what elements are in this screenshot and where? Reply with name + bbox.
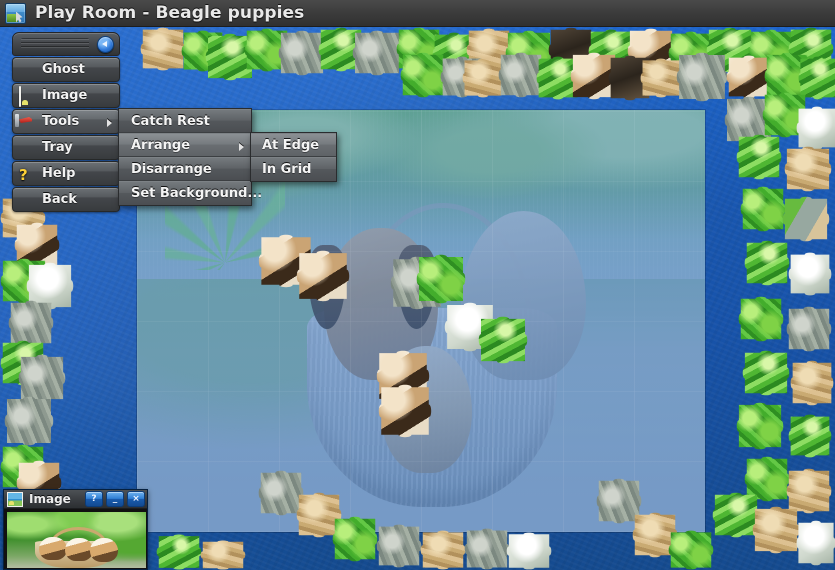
menu-item-label: Tray — [42, 140, 73, 155]
puzzle-piece[interactable] — [8, 300, 54, 346]
puzzle-piece[interactable] — [506, 532, 552, 570]
submenu-item-at-edge[interactable]: At Edge — [251, 133, 336, 157]
image-preview-panel: Image ? _ × — [3, 489, 148, 570]
menu-item-back[interactable]: Back — [12, 187, 120, 212]
menu-item-help[interactable]: ? Help — [12, 161, 120, 186]
puzzle-piece[interactable] — [738, 296, 784, 342]
collapse-left-arrow-icon[interactable] — [97, 36, 114, 53]
puzzle-piece-placed[interactable] — [296, 250, 350, 302]
tools-submenu: Catch Rest Arrange Disarrange Set Backgr… — [118, 108, 262, 206]
puzzle-piece[interactable] — [376, 524, 422, 568]
menu-item-ghost[interactable]: Ghost — [12, 57, 120, 82]
menu-item-label: Image — [42, 88, 88, 103]
puzzle-game-icon — [5, 2, 26, 24]
puzzle-piece[interactable] — [18, 354, 66, 402]
ghost-icon — [19, 61, 36, 78]
game-window: Play Room - Beagle puppies Ghost Image T… — [0, 0, 835, 570]
menu-item-label: Help — [42, 166, 76, 181]
puzzle-piece[interactable] — [140, 27, 186, 71]
puzzle-piece[interactable] — [200, 540, 246, 570]
tools-icon — [19, 113, 36, 130]
puzzle-piece[interactable] — [796, 106, 835, 150]
submenu-item-catch-rest[interactable]: Catch Rest — [119, 109, 251, 133]
help-icon: ? — [19, 166, 28, 184]
puzzle-piece[interactable] — [790, 360, 834, 406]
help-button[interactable]: ? — [85, 491, 103, 507]
submenu-item-in-grid[interactable]: In Grid — [251, 157, 336, 181]
puzzle-piece[interactable] — [420, 530, 466, 570]
submenu-item-set-background[interactable]: Set Background... — [119, 181, 262, 205]
puzzle-piece-placed[interactable] — [416, 254, 466, 304]
puzzle-piece-placed[interactable] — [478, 316, 528, 364]
puzzle-piece[interactable] — [258, 470, 304, 516]
image-icon — [7, 491, 23, 507]
submenu-item-label: Disarrange — [131, 161, 212, 177]
puzzle-piece[interactable] — [752, 506, 800, 554]
chevron-right-icon — [107, 119, 112, 127]
menu-item-label: Tools — [42, 114, 80, 129]
image-panel-title: Image — [29, 492, 71, 506]
puzzle-piece[interactable] — [676, 52, 728, 102]
puzzle-piece[interactable] — [736, 402, 784, 450]
menu-item-image[interactable]: Image — [12, 83, 120, 108]
puzzle-piece[interactable] — [4, 396, 54, 446]
puzzle-piece[interactable] — [464, 528, 510, 570]
submenu-item-label: In Grid — [262, 162, 312, 177]
puzzle-piece[interactable] — [668, 530, 714, 570]
puzzle-piece[interactable] — [400, 52, 446, 98]
puzzle-piece[interactable] — [788, 252, 832, 296]
image-panel-titlebar[interactable]: Image ? _ × — [4, 490, 147, 509]
puzzle-piece[interactable] — [796, 520, 835, 566]
close-button[interactable]: × — [127, 491, 145, 507]
submenu-item-label: At Edge — [262, 137, 320, 153]
minimize-button[interactable]: _ — [106, 491, 124, 507]
puzzle-piece[interactable] — [798, 56, 835, 100]
preview-puppy-3 — [90, 538, 119, 562]
menu-item-tray[interactable]: Tray — [12, 135, 120, 160]
window-titlebar[interactable]: Play Room - Beagle puppies — [0, 0, 835, 27]
puzzle-piece[interactable] — [784, 146, 832, 192]
preview-puppy-2 — [65, 537, 94, 562]
preview-puppy-1 — [38, 536, 67, 561]
image-icon — [19, 86, 36, 107]
menu-item-tools[interactable]: Tools — [12, 109, 120, 134]
submenu-item-label: Arrange — [131, 137, 191, 153]
arrange-submenu: At Edge In Grid — [250, 132, 337, 182]
puzzle-piece[interactable] — [742, 350, 790, 396]
puzzle-piece[interactable] — [332, 516, 378, 562]
submenu-item-arrange[interactable]: Arrange — [119, 133, 251, 157]
chevron-right-icon — [239, 143, 244, 151]
back-arrow-icon — [19, 191, 36, 208]
puzzle-piece-placed[interactable] — [378, 384, 432, 438]
menu-item-label: Ghost — [42, 62, 85, 77]
puzzle-piece[interactable] — [782, 196, 830, 242]
image-panel-buttons: ? _ × — [85, 491, 145, 507]
puzzle-piece[interactable] — [744, 240, 790, 286]
puzzle-piece[interactable] — [786, 306, 832, 352]
puzzle-piece[interactable] — [736, 134, 782, 180]
image-preview-thumbnail[interactable] — [7, 512, 146, 568]
window-title: Play Room - Beagle puppies — [35, 3, 305, 23]
grip-icon — [21, 38, 89, 49]
puzzle-piece[interactable] — [640, 58, 682, 98]
puzzle-piece[interactable] — [278, 30, 326, 76]
puzzle-piece[interactable] — [786, 468, 832, 514]
puzzle-piece[interactable] — [462, 58, 504, 98]
submenu-item-label: Catch Rest — [131, 113, 210, 129]
puzzle-piece[interactable] — [788, 414, 832, 458]
menu-item-label: Back — [42, 192, 78, 207]
menu-drag-handle[interactable] — [12, 32, 120, 56]
main-menu: Ghost Image Tools Tray ? Help Back — [12, 32, 120, 212]
tray-icon — [19, 139, 36, 156]
submenu-item-label: Set Background... — [131, 186, 263, 201]
submenu-item-disarrange[interactable]: Disarrange — [119, 157, 251, 181]
puzzle-piece[interactable] — [156, 534, 202, 570]
puzzle-piece[interactable] — [740, 186, 786, 232]
puzzle-piece[interactable] — [352, 30, 402, 76]
